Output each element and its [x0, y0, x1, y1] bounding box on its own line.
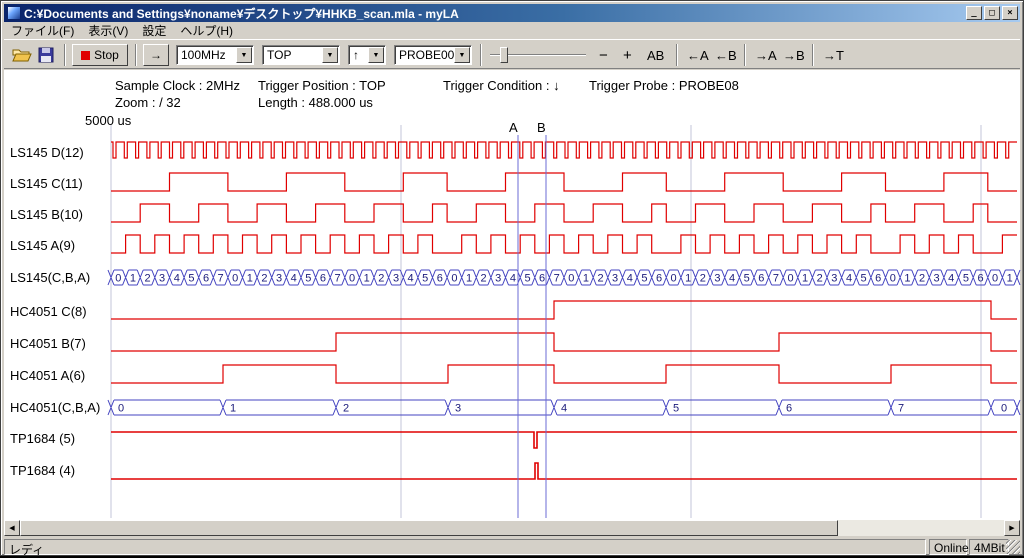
horizontal-scrollbar[interactable]: ◀ ▶ [4, 520, 1020, 536]
toolbar-separator [676, 44, 678, 66]
channel-label-ls145-d-12: LS145 D(12) [10, 145, 84, 160]
show-ab-button[interactable]: AB [644, 45, 667, 65]
trigger-edge-select[interactable]: ↑ ▼ [348, 45, 386, 65]
dropdown-icon[interactable]: ▼ [368, 47, 384, 63]
maximize-icon: □ [989, 8, 994, 18]
menu-help[interactable]: ヘルプ(H) [173, 21, 240, 40]
open-folder-icon [12, 47, 32, 63]
trigger-position-value: TOP [267, 48, 291, 62]
channel-label-ls145-c-11: LS145 C(11) [10, 176, 83, 191]
stop-label: Stop [94, 48, 119, 62]
statusbar: レディ Online 4MBit [4, 538, 1020, 555]
scroll-left-button[interactable]: ◀ [4, 520, 20, 536]
length-info: Length : 488.000 us [258, 95, 373, 110]
trigger-position-select[interactable]: TOP ▼ [262, 45, 340, 65]
goto-trigger-button[interactable]: →T [820, 45, 847, 65]
open-file-button[interactable] [12, 47, 32, 63]
toolbar-separator [64, 44, 66, 66]
waveform-client-area: Sample Clock : 2MHz Trigger Position : T… [4, 70, 1020, 520]
channel-label-ls145-b-10: LS145 B(10) [10, 207, 83, 222]
app-icon [7, 6, 21, 20]
channel-label-hc4051-c-8: HC4051 C(8) [10, 304, 87, 319]
status-ready: レディ [4, 539, 926, 555]
trigger-probe-info: Trigger Probe : PROBE08 [589, 78, 739, 93]
save-file-button[interactable] [38, 47, 58, 63]
trigger-probe-value: PROBE00 [399, 48, 454, 62]
toolbar-separator [812, 44, 814, 66]
trigger-edge-value: ↑ [353, 48, 359, 62]
status-online: Online [929, 539, 967, 555]
scroll-right-icon: ▶ [1009, 524, 1014, 532]
menubar: ファイル(F) 表示(V) 設定 ヘルプ(H) [4, 22, 1020, 39]
scroll-left-icon: ◀ [9, 524, 14, 532]
trigger-position-info: Trigger Position : TOP [258, 78, 386, 93]
close-icon: × [1007, 8, 1012, 18]
app-window: C:¥Documents and Settings¥noname¥デスクトップ¥… [0, 0, 1024, 556]
zoom-slider[interactable] [490, 45, 586, 65]
dropdown-icon[interactable]: ▼ [322, 47, 338, 63]
sample-clock-select[interactable]: 100MHz ▼ [176, 45, 254, 65]
menu-view[interactable]: 表示(V) [81, 21, 135, 40]
sample-clock-info: Sample Clock : 2MHz [115, 78, 240, 93]
channel-label-tp1684-4: TP1684 (4) [10, 463, 75, 478]
slider-handle[interactable] [500, 47, 508, 63]
toolbar-separator [135, 44, 137, 66]
dropdown-icon[interactable]: ▼ [454, 47, 470, 63]
channel-label-hc4051-a-6: HC4051 A(6) [10, 368, 85, 383]
toolbar-separator [480, 44, 482, 66]
run-arrow-icon: → [150, 48, 162, 62]
menu-file[interactable]: ファイル(F) [4, 21, 81, 40]
goto-marker-a-right-button[interactable]: →A [752, 45, 780, 65]
stop-icon [81, 51, 90, 60]
window-title: C:¥Documents and Settings¥noname¥デスクトップ¥… [24, 5, 966, 22]
zoom-out-button[interactable]: − [596, 45, 611, 65]
zoom-in-button[interactable]: + [620, 45, 635, 65]
scrollbar-thumb[interactable] [20, 520, 838, 536]
toolbar: Stop → 100MHz ▼ TOP ▼ ↑ ▼ PROBE00 ▼ − + … [4, 39, 1020, 69]
toolbar-separator [744, 44, 746, 66]
timescale-label: 5000 us [85, 113, 131, 128]
channel-label-tp1684-5: TP1684 (5) [10, 431, 75, 446]
zoom-info: Zoom : / 32 [115, 95, 181, 110]
resize-grip[interactable] [1006, 540, 1020, 554]
minimize-button[interactable]: _ [966, 6, 982, 20]
channel-label-ls145-a-9: LS145 A(9) [10, 238, 75, 253]
minimize-icon: _ [971, 8, 976, 18]
scroll-right-button[interactable]: ▶ [1004, 520, 1020, 536]
channel-label-hc4051-b-7: HC4051 B(7) [10, 336, 86, 351]
titlebar: C:¥Documents and Settings¥noname¥デスクトップ¥… [4, 4, 1020, 22]
trigger-probe-select[interactable]: PROBE00 ▼ [394, 45, 472, 65]
dropdown-icon[interactable]: ▼ [236, 47, 252, 63]
floppy-icon [38, 47, 54, 63]
goto-marker-a-left-button[interactable]: ←A [684, 45, 712, 65]
run-button[interactable]: → [143, 44, 169, 66]
trigger-condition-info: Trigger Condition : ↓ [443, 78, 560, 93]
goto-marker-b-left-button[interactable]: ←B [712, 45, 740, 65]
menu-settings[interactable]: 設定 [135, 21, 173, 40]
channel-label-hc4051-c-b-a: HC4051(C,B,A) [10, 400, 100, 415]
window-controls: _ □ × [966, 6, 1018, 20]
stop-button[interactable]: Stop [72, 44, 128, 66]
status-memory: 4MBit [969, 539, 1009, 555]
channel-label-ls145-c-b-a: LS145(C,B,A) [10, 270, 90, 285]
goto-marker-b-right-button[interactable]: →B [780, 45, 808, 65]
close-button[interactable]: × [1002, 6, 1018, 20]
sample-clock-value: 100MHz [181, 48, 226, 62]
maximize-button[interactable]: □ [984, 6, 1000, 20]
